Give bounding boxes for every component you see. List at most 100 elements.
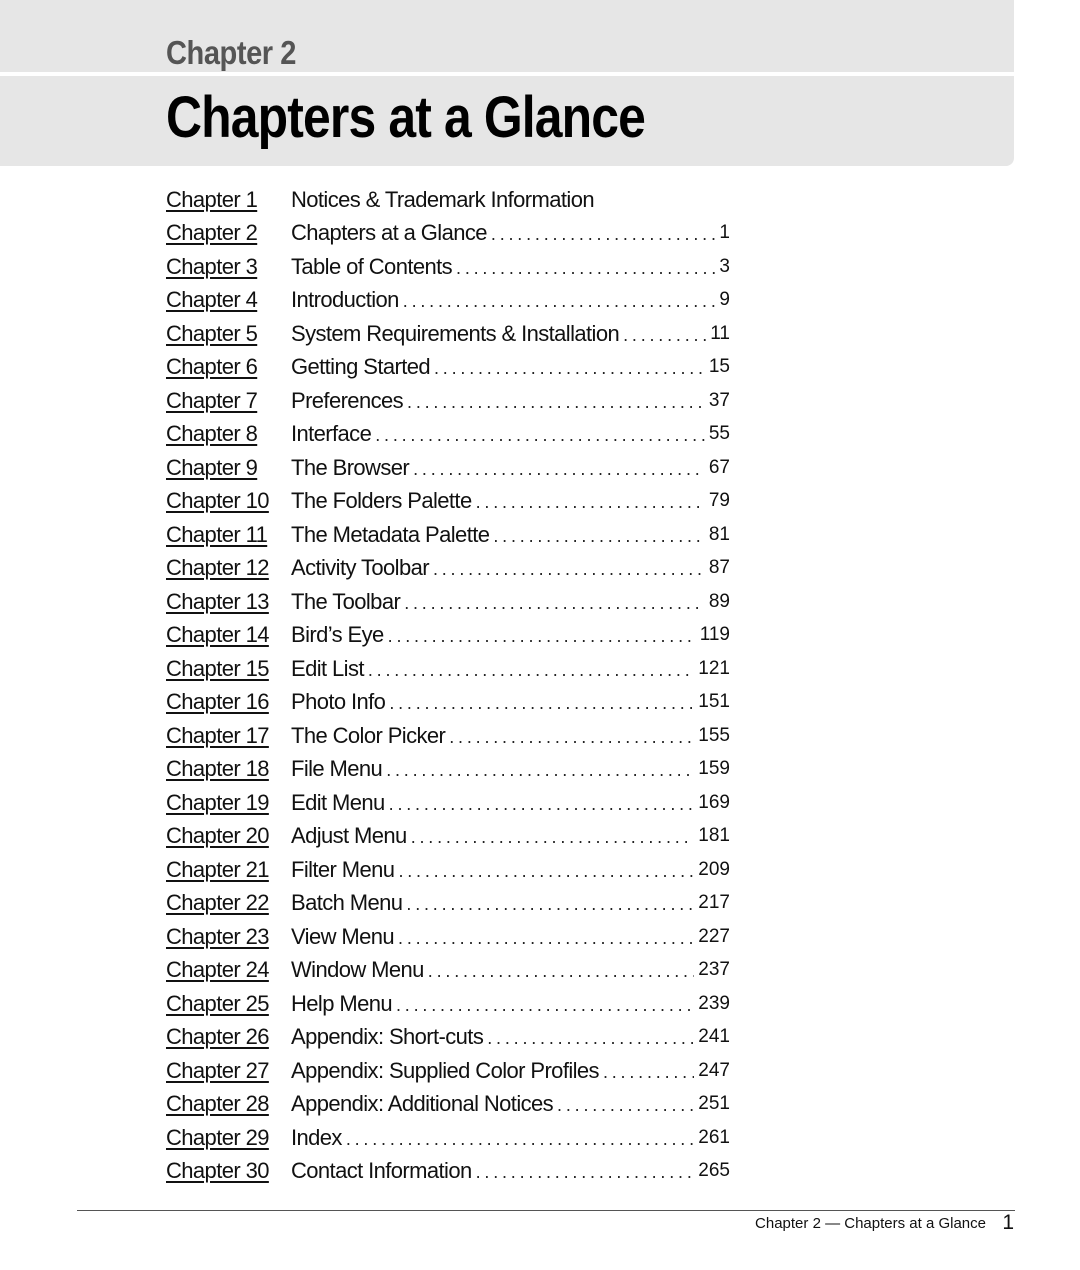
- page-number: 121: [698, 657, 730, 679]
- page-number: 237: [698, 959, 730, 981]
- dot-leader: [346, 1129, 694, 1150]
- chapter-link[interactable]: Chapter 17: [166, 723, 291, 749]
- dot-leader: [493, 526, 705, 547]
- dot-leader: [487, 1028, 694, 1049]
- page-number: 217: [698, 892, 730, 914]
- chapter-link[interactable]: Chapter 24: [166, 957, 291, 983]
- toc-row: Chapter 12 Activity Toolbar 87: [166, 552, 730, 586]
- chapter-link[interactable]: Chapter 19: [166, 790, 291, 816]
- page-number: 247: [698, 1059, 730, 1081]
- chapter-title: Notices & Trademark Information: [291, 186, 595, 212]
- chapter-link[interactable]: Chapter 4: [166, 287, 291, 313]
- toc-row: Chapter 22 Batch Menu 217: [166, 887, 730, 921]
- chapter-link[interactable]: Chapter 29: [166, 1125, 291, 1151]
- toc-entry: The Folders Palette: [291, 488, 705, 514]
- page-number: 11: [710, 322, 730, 344]
- page-number: 169: [698, 791, 730, 813]
- chapter-link[interactable]: Chapter 27: [166, 1058, 291, 1084]
- chapter-link[interactable]: Chapter 1: [166, 187, 291, 213]
- toc-entry: Edit Menu: [291, 790, 694, 816]
- chapter-link[interactable]: Chapter 11: [166, 522, 291, 548]
- chapter-link[interactable]: Chapter 30: [166, 1158, 291, 1184]
- chapter-link[interactable]: Chapter 3: [166, 254, 291, 280]
- page-title: Chapters at a Glance: [166, 85, 646, 150]
- chapter-title: Edit Menu: [291, 789, 385, 815]
- chapter-link[interactable]: Chapter 9: [166, 455, 291, 481]
- page-number: 67: [708, 456, 730, 478]
- toc-row: Chapter 15 Edit List 121: [166, 652, 730, 686]
- toc-row: Chapter 16 Photo Info 151: [166, 686, 730, 720]
- chapter-link[interactable]: Chapter 21: [166, 857, 291, 883]
- chapter-title: View Menu: [291, 923, 395, 949]
- toc-entry: Edit List: [291, 656, 694, 682]
- toc-entry: Interface: [291, 421, 705, 447]
- chapter-title: Edit List: [291, 655, 364, 681]
- toc-entry: Preferences: [291, 388, 705, 414]
- toc-row: Chapter 18 File Menu 159: [166, 753, 730, 787]
- dot-leader: [389, 693, 694, 714]
- toc-row: Chapter 30 Contact Information 265: [166, 1155, 730, 1189]
- dot-leader: [433, 559, 705, 580]
- chapter-title: Bird’s Eye: [291, 622, 384, 648]
- chapter-link[interactable]: Chapter 25: [166, 991, 291, 1017]
- page-number: 37: [708, 389, 730, 411]
- page-number: 251: [698, 1093, 730, 1115]
- toc-entry: View Menu: [291, 924, 694, 950]
- dot-leader: [449, 727, 694, 748]
- page-number: 261: [698, 1126, 730, 1148]
- chapter-link[interactable]: Chapter 22: [166, 890, 291, 916]
- chapter-link[interactable]: Chapter 23: [166, 924, 291, 950]
- chapter-title: Appendix: Additional Notices: [291, 1091, 554, 1117]
- chapter-link[interactable]: Chapter 2: [166, 220, 291, 246]
- chapter-link[interactable]: Chapter 8: [166, 421, 291, 447]
- chapter-link[interactable]: Chapter 18: [166, 756, 291, 782]
- toc-row: Chapter 7 Preferences 37: [166, 384, 730, 418]
- toc-list: Chapter 1 Notices & Trademark Informatio…: [166, 183, 730, 1188]
- dot-leader: [375, 425, 705, 446]
- footer-rule: [77, 1210, 1015, 1211]
- toc-entry: Appendix: Additional Notices: [291, 1091, 694, 1117]
- chapter-title: Activity Toolbar: [291, 555, 430, 581]
- page-number: 227: [698, 925, 730, 947]
- chapter-title: The Browser: [291, 454, 410, 480]
- toc-entry: Batch Menu: [291, 890, 694, 916]
- chapter-link[interactable]: Chapter 26: [166, 1024, 291, 1050]
- chapter-title: Help Menu: [291, 990, 393, 1016]
- footer-running-title: Chapter 2 — Chapters at a Glance: [755, 1215, 986, 1232]
- chapter-link[interactable]: Chapter 14: [166, 622, 291, 648]
- chapter-link[interactable]: Chapter 28: [166, 1091, 291, 1117]
- dot-leader: [386, 760, 694, 781]
- chapter-link[interactable]: Chapter 6: [166, 354, 291, 380]
- chapter-link[interactable]: Chapter 16: [166, 689, 291, 715]
- chapter-title: Preferences: [291, 387, 404, 413]
- toc-entry: Bird’s Eye: [291, 622, 696, 648]
- chapter-title: Introduction: [291, 287, 399, 313]
- header-band-top: [0, 0, 1014, 72]
- page-number: 87: [708, 557, 730, 579]
- chapter-link[interactable]: Chapter 15: [166, 656, 291, 682]
- dot-leader: [404, 593, 705, 614]
- chapter-link[interactable]: Chapter 7: [166, 388, 291, 414]
- dot-leader: [428, 961, 695, 982]
- chapter-kicker: Chapter 2: [166, 34, 296, 71]
- toc-row: Chapter 1 Notices & Trademark Informatio…: [166, 183, 730, 217]
- chapter-link[interactable]: Chapter 10: [166, 488, 291, 514]
- chapter-title: The Color Picker: [291, 722, 446, 748]
- chapter-title: Chapters at a Glance: [291, 220, 488, 246]
- toc-row: Chapter 23 View Menu 227: [166, 920, 730, 954]
- toc-row: Chapter 5 System Requirements & Installa…: [166, 317, 730, 351]
- toc-entry: Window Menu: [291, 957, 694, 983]
- toc-entry: The Browser: [291, 455, 705, 481]
- chapter-link[interactable]: Chapter 20: [166, 823, 291, 849]
- toc-row: Chapter 20 Adjust Menu 181: [166, 820, 730, 854]
- toc-row: Chapter 27 Appendix: Supplied Color Prof…: [166, 1054, 730, 1088]
- chapter-link[interactable]: Chapter 13: [166, 589, 291, 615]
- toc-entry: System Requirements & Installation: [291, 321, 706, 347]
- page-number: 151: [698, 691, 730, 713]
- dot-leader: [368, 660, 694, 681]
- chapter-link[interactable]: Chapter 5: [166, 321, 291, 347]
- toc-row: Chapter 25 Help Menu 239: [166, 987, 730, 1021]
- dot-leader: [434, 358, 705, 379]
- dot-leader: [398, 928, 694, 949]
- chapter-link[interactable]: Chapter 12: [166, 555, 291, 581]
